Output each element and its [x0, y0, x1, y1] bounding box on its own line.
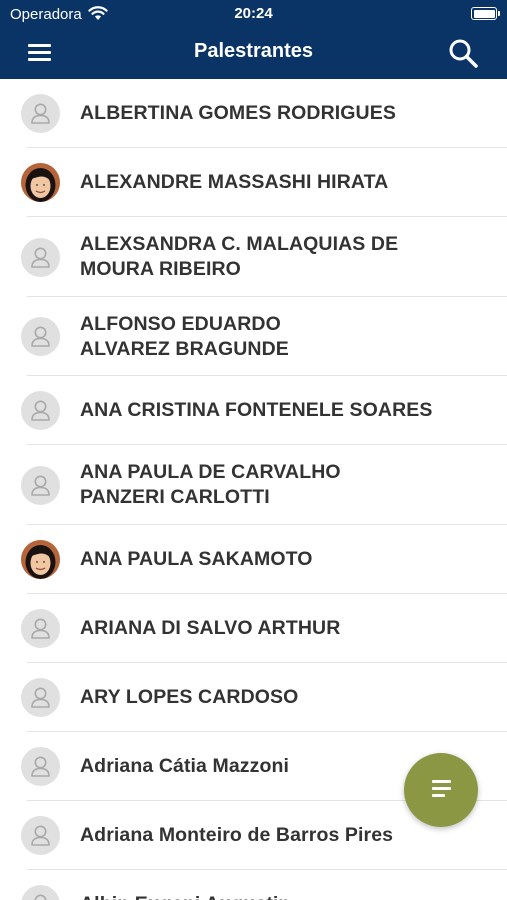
filter-fab-button[interactable] — [404, 753, 478, 827]
speaker-name: ALEXANDRE MASSASHI HIRATA — [80, 171, 389, 193]
speaker-name: ALEXSANDRA C. MALAQUIAS DE MOURA RIBEIRO — [80, 233, 399, 280]
battery-icon — [471, 7, 500, 20]
avatar-placeholder-icon — [21, 678, 60, 717]
avatar-placeholder-icon — [21, 465, 60, 505]
speaker-name: ARIANA DI SALVO ARTHUR — [80, 617, 341, 639]
list-item[interactable]: ALBERTINA GOMES RODRIGUES — [0, 79, 507, 148]
clock: 20:24 — [234, 5, 273, 22]
filter-list-icon-line — [432, 794, 445, 797]
speaker-name: ANA PAULA DE CARVALHO PANZERI CARLOTTI — [80, 461, 341, 508]
list-item[interactable]: ANA PAULA SAKAMOTO — [0, 525, 507, 594]
avatar-placeholder-icon — [21, 747, 60, 786]
speaker-name: ANA PAULA SAKAMOTO — [80, 548, 313, 570]
filter-list-icon-line — [432, 787, 451, 790]
avatar-placeholder-icon — [21, 609, 60, 648]
avatar-placeholder-icon — [21, 237, 60, 277]
list-item[interactable]: ALEXSANDRA C. MALAQUIAS DE MOURA RIBEIRO — [0, 217, 507, 297]
page-title: Palestrantes — [194, 40, 313, 62]
avatar-photo — [21, 540, 60, 579]
list-item[interactable]: ANA CRISTINA FONTENELE SOARES — [0, 376, 507, 445]
search-icon[interactable] — [447, 37, 479, 69]
app-header: Operadora 20:24 Palestrantes — [0, 0, 507, 79]
speaker-name: Adriana Monteiro de Barros Pires — [80, 824, 394, 846]
speaker-name: ARY LOPES CARDOSO — [80, 686, 299, 708]
speaker-name: Albin Eugeni Augustin — [80, 892, 487, 900]
speaker-name: ALFONSO EDUARDO ALVAREZ BRAGUNDE — [80, 312, 289, 360]
list-item[interactable]: ANA PAULA DE CARVALHO PANZERI CARLOTTI — [0, 445, 507, 525]
list-item[interactable]: ALFONSO EDUARDO ALVAREZ BRAGUNDE — [0, 297, 507, 376]
status-bar: Operadora 20:24 — [0, 0, 507, 28]
avatar-placeholder-icon — [21, 885, 60, 900]
list-item[interactable]: Albin Eugeni Augustin — [0, 870, 507, 900]
speaker-name: ANA CRISTINA FONTENELE SOARES — [80, 399, 433, 421]
nav-bar: Palestrantes — [0, 28, 507, 79]
list-item[interactable]: ALEXANDRE MASSASHI HIRATA — [0, 148, 507, 217]
avatar-photo — [21, 163, 60, 202]
avatar-placeholder-icon — [21, 391, 60, 430]
avatar-placeholder-icon — [21, 816, 60, 855]
list-item[interactable]: ARIANA DI SALVO ARTHUR — [0, 594, 507, 663]
list-item[interactable]: ARY LOPES CARDOSO — [0, 663, 507, 732]
speaker-name: ALBERTINA GOMES RODRIGUES — [80, 102, 396, 124]
avatar-placeholder-icon — [21, 317, 60, 356]
avatar-placeholder-icon — [21, 94, 60, 133]
filter-list-icon — [432, 780, 451, 783]
